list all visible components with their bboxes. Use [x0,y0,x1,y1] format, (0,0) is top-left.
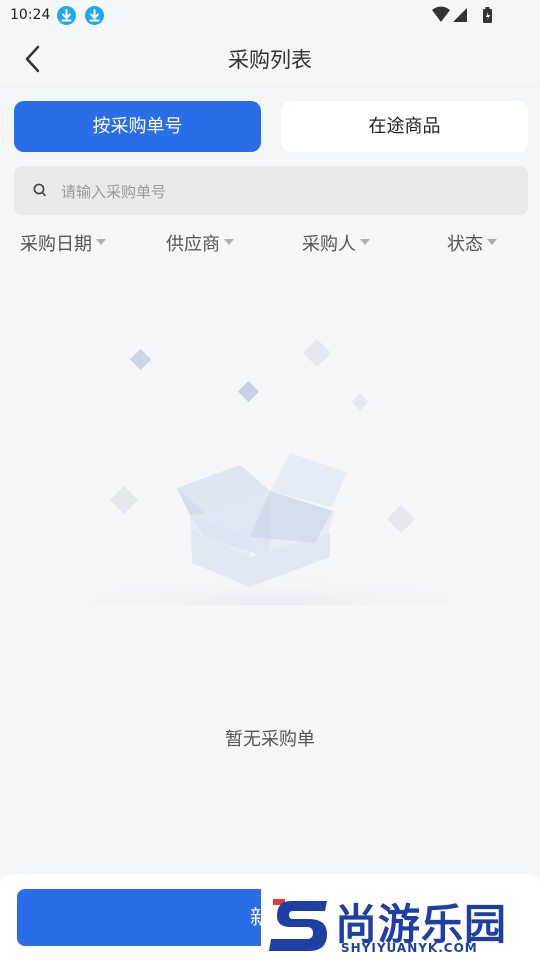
caret-down-icon [487,239,497,245]
filter-label: 状态 [447,234,483,255]
search-icon [33,183,46,197]
filter-supplier[interactable]: 供应商 [166,230,234,260]
navigation-bar: 采购列表 [0,32,540,87]
filter-label: 供应商 [166,234,220,255]
status-time: 10:24 [10,7,51,23]
caret-down-icon [360,239,370,245]
download-icon [85,6,104,25]
search-box [14,166,528,217]
empty-box-icon [60,325,480,625]
system-icons [431,6,506,30]
tab-in-transit-goods[interactable]: 在途商品 [281,101,528,152]
battery-icon [483,7,492,23]
signal-icon [453,8,467,22]
watermark-url: SHYIYUANYK.COM [341,941,478,955]
status-bar: 10:24 [0,0,540,32]
watermark-s-icon [269,899,327,951]
caret-down-icon [96,239,106,245]
caret-down-icon [224,239,234,245]
filter-status[interactable]: 状态 [447,230,497,260]
wifi-icon [432,6,450,22]
page-title: 采购列表 [228,48,312,72]
filter-label: 采购日期 [20,234,92,255]
download-icon [57,6,76,25]
filter-purchase-date[interactable]: 采购日期 [20,230,106,260]
tab-purchase-order-number[interactable]: 按采购单号 [14,101,261,152]
filter-label: 采购人 [302,234,356,255]
watermark-logo: 尚游乐园 SHYIYUANYK.COM [261,889,540,960]
search-input[interactable] [59,166,513,217]
empty-state-message: 暂无采购单 [225,729,315,750]
filter-purchaser[interactable]: 采购人 [302,230,370,260]
